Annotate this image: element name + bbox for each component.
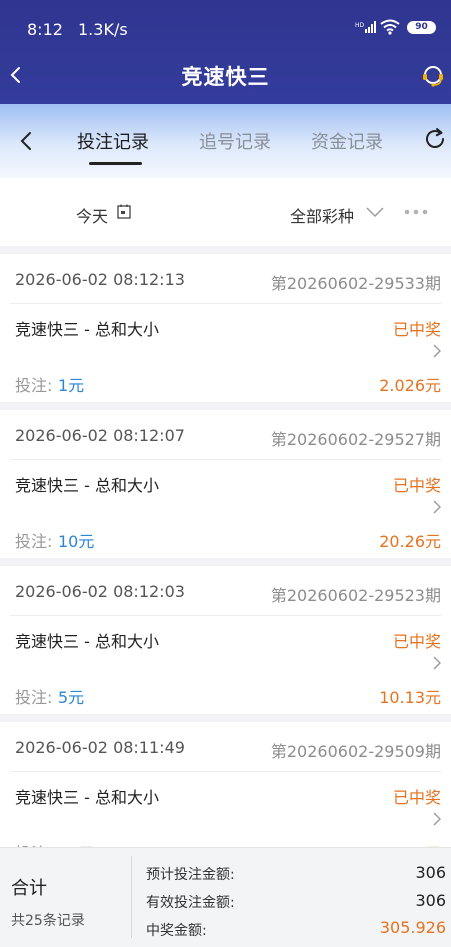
record-period: 第20260602-29527期 [270,430,441,449]
win-total-label: 中奖金额: [146,923,207,939]
customer-service-icon[interactable] [420,63,446,89]
tab-bet-records[interactable]: 投注记录 [77,128,149,154]
status-bar: 8:12 1.3K/s HD 90 [0,0,451,56]
active-tab-indicator [89,162,142,165]
record-card[interactable]: 2026-06-02 08:12:13 第20260602-29533期 竞速快… [0,254,451,402]
bet-amount: 5元 [58,688,85,707]
record-period: 第20260602-29523期 [270,586,441,605]
divider [131,856,132,938]
record-lottery-name: 竞速快三 - 总和大小 [15,476,159,495]
bet-label: 投注: [15,376,53,395]
record-time: 2026-06-02 08:11:49 [15,738,185,757]
network-speed: 1.3K/s [78,20,128,39]
record-lottery-name: 竞速快三 - 总和大小 [15,320,159,339]
divider [10,771,441,772]
app-header: 8:12 1.3K/s HD 90 竞速快三 [0,0,451,104]
record-card[interactable]: 2026-06-02 08:12:07 第20260602-29527期 竞速快… [0,410,451,558]
record-status: 已中奖 [392,320,441,339]
record-status: 已中奖 [392,632,441,651]
divider [10,615,441,616]
win-amount: 2.026元 [379,376,441,395]
tab-chase-records[interactable]: 追号记录 [199,128,271,154]
date-filter[interactable]: 今天 [76,203,108,227]
refresh-icon[interactable] [422,126,448,152]
bet-amount: 10元 [58,532,95,551]
valid-bet-label: 有效投注金额: [146,895,235,911]
record-status: 已中奖 [392,788,441,807]
svg-text:HD: HD [355,22,365,29]
record-time: 2026-06-02 08:12:07 [15,426,185,445]
win-amount: 20.26元 [379,532,441,551]
status-time: 8:12 [27,20,63,39]
win-amount: 10.13元 [379,688,441,707]
record-card[interactable]: 2026-06-02 08:12:03 第20260602-29523期 竞速快… [0,566,451,714]
bet-label: 投注: [15,532,53,551]
win-total-value: 305.926 [379,918,446,937]
more-icon[interactable] [403,208,429,216]
record-status: 已中奖 [392,476,441,495]
bet-amount: 1元 [58,376,85,395]
record-time: 2026-06-02 08:12:13 [15,270,185,289]
betting-records-screen: 8:12 1.3K/s HD 90 竞速快三 投注记录 追号记录 资金记录 今天… [0,0,451,947]
bet-label: 投注: [15,688,53,707]
signal-icon: HD [355,21,376,33]
record-period: 第20260602-29533期 [270,274,441,293]
chevron-right-icon [433,812,441,826]
record-lottery-name: 竞速快三 - 总和大小 [15,788,159,807]
expected-bet-value: 306 [415,863,446,882]
chevron-left-icon[interactable] [16,127,36,155]
page-title: 竞速快三 [181,65,270,89]
divider [10,303,441,304]
chevron-down-icon[interactable] [365,205,385,218]
record-count: 共25条记录 [11,913,85,929]
summary-title: 合计 [11,878,47,899]
record-time: 2026-06-02 08:12:03 [15,582,185,601]
chevron-right-icon [433,656,441,670]
battery-icon: 90 [407,21,436,34]
divider [10,459,441,460]
calendar-icon[interactable] [117,204,131,219]
chevron-right-icon [433,500,441,514]
record-period: 第20260602-29509期 [270,742,441,761]
record-lottery-name: 竞速快三 - 总和大小 [15,632,159,651]
chevron-right-icon [433,344,441,358]
wifi-icon [380,19,400,35]
valid-bet-value: 306 [415,891,446,910]
expected-bet-label: 预计投注金额: [146,867,235,883]
tab-fund-records[interactable]: 资金记录 [311,128,383,154]
lottery-type-filter[interactable]: 全部彩种 [290,203,354,227]
